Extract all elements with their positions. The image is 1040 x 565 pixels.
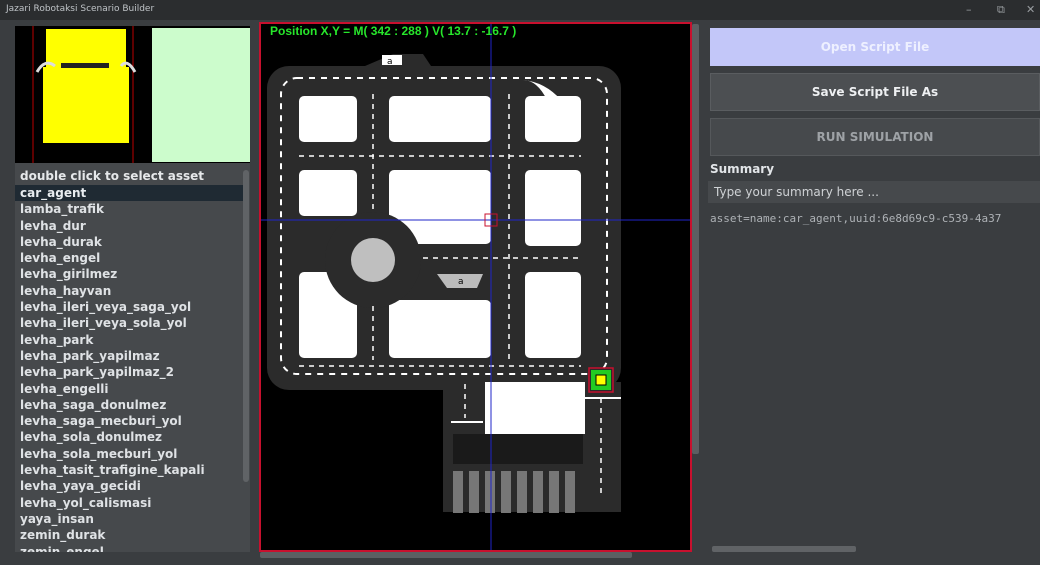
minimize-icon[interactable]: – [966, 3, 972, 16]
asset-list-item[interactable]: levha_tasit_trafigine_kapali [15, 462, 243, 478]
script-text-area[interactable]: asset=name:car_agent,uuid:6e8d69c9-c539-… [708, 206, 1040, 552]
maximize-icon[interactable]: ⧉ [997, 3, 1005, 17]
asset-list-item[interactable]: levha_engel [15, 250, 243, 266]
asset-list-header: double click to select asset [20, 169, 204, 183]
asset-list-item[interactable]: levha_park_yapilmaz_2 [15, 364, 243, 380]
track-map[interactable]: a a [261, 24, 690, 550]
asset-list-item[interactable]: levha_ileri_veya_saga_yol [15, 299, 243, 315]
window-title: Jazari Robotaksi Scenario Builder [6, 4, 155, 14]
position-readout: Position X,Y = M( 342 : 288 ) V( 13.7 : … [270, 24, 517, 38]
asset-list-item[interactable]: lamba_trafik [15, 201, 243, 217]
asset-list-item[interactable]: levha_saga_mecburi_yol [15, 413, 243, 429]
asset-list-item[interactable]: zemin_durak [15, 527, 243, 543]
asset-list-item[interactable]: levha_dur [15, 218, 243, 234]
open-script-button[interactable]: Open Script File [710, 28, 1040, 66]
asset-list-item[interactable]: levha_sola_donulmez [15, 429, 243, 445]
scenario-canvas[interactable]: a a [259, 22, 692, 552]
script-horizontal-scrollbar[interactable] [712, 546, 856, 552]
svg-text:a: a [387, 57, 393, 67]
asset-list-item[interactable]: levha_girilmez [15, 266, 243, 282]
run-simulation-button[interactable]: RUN SIMULATION [710, 118, 1040, 156]
asset-list-item[interactable]: levha_hayvan [15, 283, 243, 299]
preview-background [152, 28, 250, 162]
asset-list-item[interactable]: levha_saga_donulmez [15, 397, 243, 413]
asset-list-item[interactable]: levha_yaya_gecidi [15, 478, 243, 494]
asset-list-item[interactable]: levha_sola_mecburi_yol [15, 446, 243, 462]
svg-text:a: a [458, 277, 464, 287]
asset-list-item[interactable]: zemin_engel [15, 544, 243, 552]
close-icon[interactable]: ✕ [1026, 3, 1035, 16]
asset-list-scrollbar[interactable] [243, 170, 249, 482]
canvas-horizontal-scrollbar[interactable] [260, 552, 632, 558]
title-bar: Jazari Robotaksi Scenario Builder – ⧉ ✕ [0, 0, 1040, 20]
asset-list-item[interactable]: levha_durak [15, 234, 243, 250]
summary-label: Summary [710, 162, 775, 176]
asset-list-item[interactable]: levha_yol_calismasi [15, 495, 243, 511]
asset-list[interactable]: car_agent lamba_trafik levha_dur levha_dura… [15, 185, 243, 552]
asset-list-item[interactable]: levha_ileri_veya_sola_yol [15, 315, 243, 331]
asset-list-item[interactable]: car_agent [15, 185, 243, 202]
summary-input[interactable]: Type your summary here ... [708, 181, 1040, 203]
save-script-button[interactable]: Save Script File As [710, 73, 1040, 111]
asset-list-item[interactable]: levha_park [15, 332, 243, 348]
asset-list-item[interactable]: yaya_insan [15, 511, 243, 527]
canvas-vertical-scrollbar[interactable] [692, 24, 699, 454]
asset-list-item[interactable]: levha_engelli [15, 381, 243, 397]
asset-list-item[interactable]: levha_park_yapilmaz [15, 348, 243, 364]
